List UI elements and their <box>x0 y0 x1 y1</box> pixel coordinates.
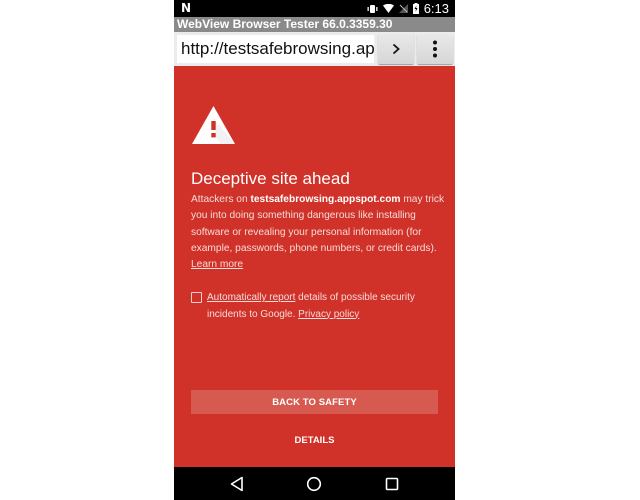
automatically-report-link[interactable]: Automatically report <box>207 292 295 303</box>
battery-charging-icon <box>412 3 419 14</box>
description-prefix: Attackers on <box>191 194 251 205</box>
privacy-policy-link[interactable]: Privacy policy <box>298 309 359 320</box>
site-domain: testsafebrowsing.appspot.com <box>250 194 401 205</box>
nav-recents-button[interactable] <box>381 473 403 495</box>
safe-browsing-interstitial: Deceptive site ahead Attackers on testsa… <box>174 66 455 467</box>
status-bar: N 6:13 <box>174 0 455 17</box>
more-vert-icon <box>433 40 437 58</box>
no-signal-icon <box>398 4 408 13</box>
warning-description: Attackers on testsafebrowsing.appspot.co… <box>191 192 446 273</box>
details-button[interactable]: DETAILS <box>174 430 455 450</box>
navigation-bar <box>174 467 455 500</box>
phone-screen: N 6:13 WebView Browser Tester 66.0.3359.… <box>174 0 455 500</box>
learn-more-link[interactable]: Learn more <box>191 257 243 273</box>
nav-home-button[interactable] <box>303 473 325 495</box>
status-time: 6:13 <box>423 1 449 16</box>
home-icon <box>306 476 322 492</box>
page-heading: Deceptive site ahead <box>191 169 350 188</box>
back-icon <box>230 476 243 492</box>
vibrate-icon <box>367 4 378 13</box>
url-input[interactable]: http://testsafebrowsing.ap <box>177 35 374 63</box>
app-title-bar: WebView Browser Tester 66.0.3359.30 <box>174 17 455 32</box>
status-icons: 6:13 <box>367 0 449 17</box>
report-text: Automatically report details of possible… <box>207 290 451 323</box>
warning-triangle-icon <box>192 106 235 144</box>
notification-n-icon: N <box>181 1 192 15</box>
nav-back-button[interactable] <box>226 473 248 495</box>
report-checkbox[interactable] <box>191 292 202 303</box>
app-title: WebView Browser Tester 66.0.3359.30 <box>177 17 393 31</box>
overflow-menu-button[interactable] <box>417 34 453 64</box>
wifi-icon <box>382 4 394 13</box>
chevron-right-icon <box>392 43 400 55</box>
report-option: Automatically report details of possible… <box>191 290 451 323</box>
recents-icon <box>385 477 399 491</box>
go-button[interactable] <box>378 34 414 64</box>
url-toolbar: http://testsafebrowsing.ap <box>174 32 455 66</box>
back-to-safety-button[interactable]: BACK TO SAFETY <box>191 390 438 414</box>
